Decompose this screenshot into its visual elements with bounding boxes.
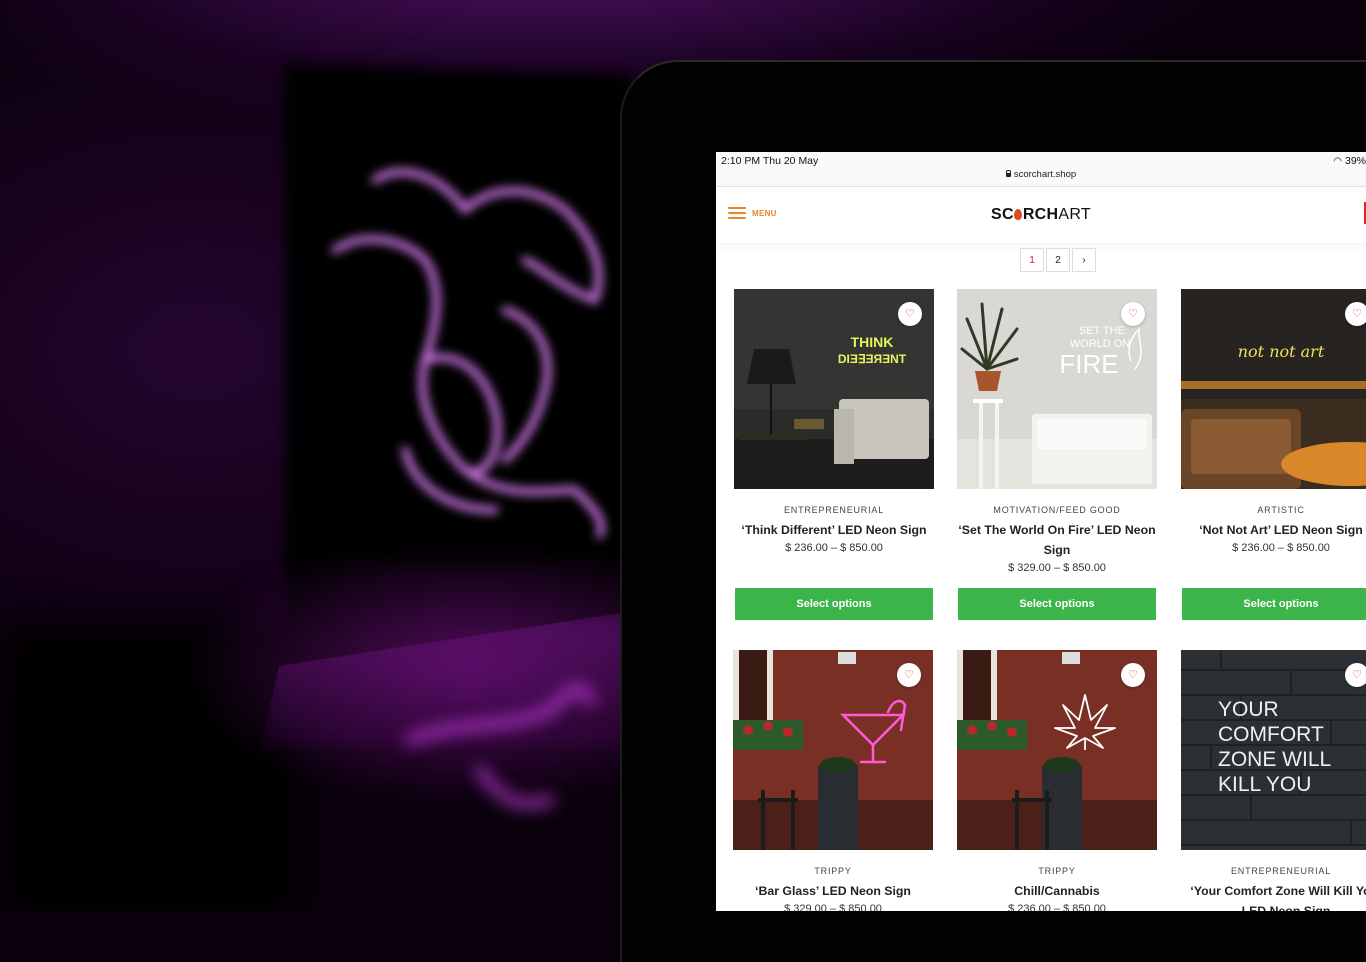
product-category[interactable]: TRIPPY: [733, 866, 933, 876]
next-page-chevron-icon[interactable]: ›: [1072, 248, 1096, 272]
neon-sign-text: not not art: [1238, 342, 1325, 361]
tablet-screen: 2:10 PM Thu 20 May ◠ 39% scorchart.shop M…: [716, 152, 1366, 911]
product-price: $ 236.00 – $ 850.00: [785, 542, 883, 554]
page-1-link[interactable]: 1: [1020, 248, 1044, 272]
product-card: YOUR COMFORT ZONE WILL KILL YOU ♡ ENTREP…: [1181, 650, 1366, 911]
product-image[interactable]: THINK DIƎ∃ƎЯƎNT ♡: [734, 289, 934, 489]
product-title[interactable]: ‘Think Different’ LED Neon Sign: [734, 520, 934, 540]
product-price: $ 236.00 – $ 850.00: [1232, 542, 1330, 554]
product-image[interactable]: SET THE WORLD ON FIRE ♡: [957, 289, 1157, 489]
product-image[interactable]: ♡: [957, 650, 1157, 850]
status-time: 2:10 PM Thu 20 May: [721, 155, 819, 167]
site-header: MENU SC RCHART: [716, 187, 1366, 243]
pagination: 1 2 ›: [1020, 248, 1098, 272]
product-category[interactable]: TRIPPY: [957, 866, 1157, 876]
product-price: $ 236.00 – $ 850.00: [1008, 903, 1106, 911]
product-price: $ 329.00 – $ 850.00: [1008, 562, 1106, 574]
neon-sign-text-line1: THINK: [851, 334, 894, 350]
product-title[interactable]: ‘Your Comfort Zone Will Kill You’ LED Ne…: [1181, 881, 1366, 911]
wishlist-heart-icon[interactable]: ♡: [1121, 302, 1145, 326]
select-options-button[interactable]: Select options: [958, 588, 1156, 620]
background-neon-figure: [331, 168, 605, 539]
lock-icon: [1005, 170, 1011, 177]
product-image[interactable]: YOUR COMFORT ZONE WILL KILL YOU ♡: [1181, 650, 1366, 850]
product-image[interactable]: not not art ♡: [1181, 289, 1366, 489]
browser-status-bar: 2:10 PM Thu 20 May ◠ 39% scorchart.shop: [716, 152, 1366, 187]
product-title[interactable]: ‘Bar Glass’ LED Neon Sign: [733, 881, 933, 901]
select-options-button[interactable]: Select options: [735, 588, 933, 620]
logo-text-sc: SC: [990, 206, 1014, 223]
page-2-link[interactable]: 2: [1046, 248, 1070, 272]
product-category[interactable]: MOTIVATION/FEED GOOD: [957, 505, 1157, 515]
product-card: SET THE WORLD ON FIRE ♡ MOTIVATION/FEED …: [957, 289, 1157, 620]
product-image[interactable]: ♡: [733, 650, 933, 850]
wishlist-heart-icon[interactable]: ♡: [1121, 663, 1145, 687]
product-card: THINK DIƎ∃ƎЯƎNT ♡ ENTREPRENEURIAL ‘Think…: [734, 289, 934, 620]
neon-sign-text-line3: FIRE: [1059, 349, 1118, 379]
product-card: ♡ TRIPPY ‘Bar Glass’ LED Neon Sign $ 329…: [733, 650, 933, 911]
neon-sign-text-line3: ZONE WILL: [1218, 748, 1331, 771]
product-title[interactable]: ‘Set The World On Fire’ LED Neon Sign: [957, 520, 1157, 560]
logo-text-art: ART: [1058, 206, 1092, 223]
wishlist-heart-icon[interactable]: ♡: [898, 302, 922, 326]
product-category[interactable]: ENTREPRENEURIAL: [1181, 866, 1366, 876]
product-title[interactable]: ‘Not Not Art’ LED Neon Sign: [1181, 520, 1366, 540]
product-category[interactable]: ARTISTIC: [1181, 505, 1366, 515]
wishlist-heart-icon[interactable]: ♡: [897, 663, 921, 687]
url-text: scorchart.shop: [1013, 169, 1077, 180]
product-price: $ 329.00 – $ 850.00: [784, 903, 882, 911]
address-bar[interactable]: scorchart.shop: [716, 169, 1366, 180]
neon-sign-text-line4: KILL YOU: [1218, 773, 1311, 796]
battery-percent: 39%: [1344, 155, 1366, 167]
wifi-icon: ◠: [1333, 156, 1342, 167]
neon-sign-text-line2: DIƎ∃ƎЯƎNT: [838, 352, 907, 366]
wishlist-heart-icon[interactable]: ♡: [1345, 663, 1366, 687]
logo-text-rch: RCH: [1022, 206, 1059, 223]
product-title[interactable]: Chill/Cannabis: [957, 881, 1157, 901]
flame-icon: [1014, 209, 1023, 220]
product-category[interactable]: ENTREPRENEURIAL: [734, 505, 934, 515]
background-neon-reflection: [405, 684, 595, 809]
wishlist-heart-icon[interactable]: ♡: [1345, 302, 1366, 326]
status-battery: ◠ 39%: [1333, 155, 1366, 167]
neon-sign-text-line1: SET THE: [1079, 325, 1125, 337]
site-logo[interactable]: SC RCHART: [716, 206, 1366, 224]
select-options-button[interactable]: Select options: [1182, 588, 1366, 620]
product-card: not not art ♡ ARTISTIC ‘Not Not Art’ LED…: [1181, 289, 1366, 620]
neon-sign-text-line2: COMFORT: [1218, 723, 1324, 746]
product-card: ♡ TRIPPY Chill/Cannabis $ 236.00 – $ 850…: [957, 650, 1157, 911]
neon-sign-text-line1: YOUR: [1218, 698, 1279, 721]
